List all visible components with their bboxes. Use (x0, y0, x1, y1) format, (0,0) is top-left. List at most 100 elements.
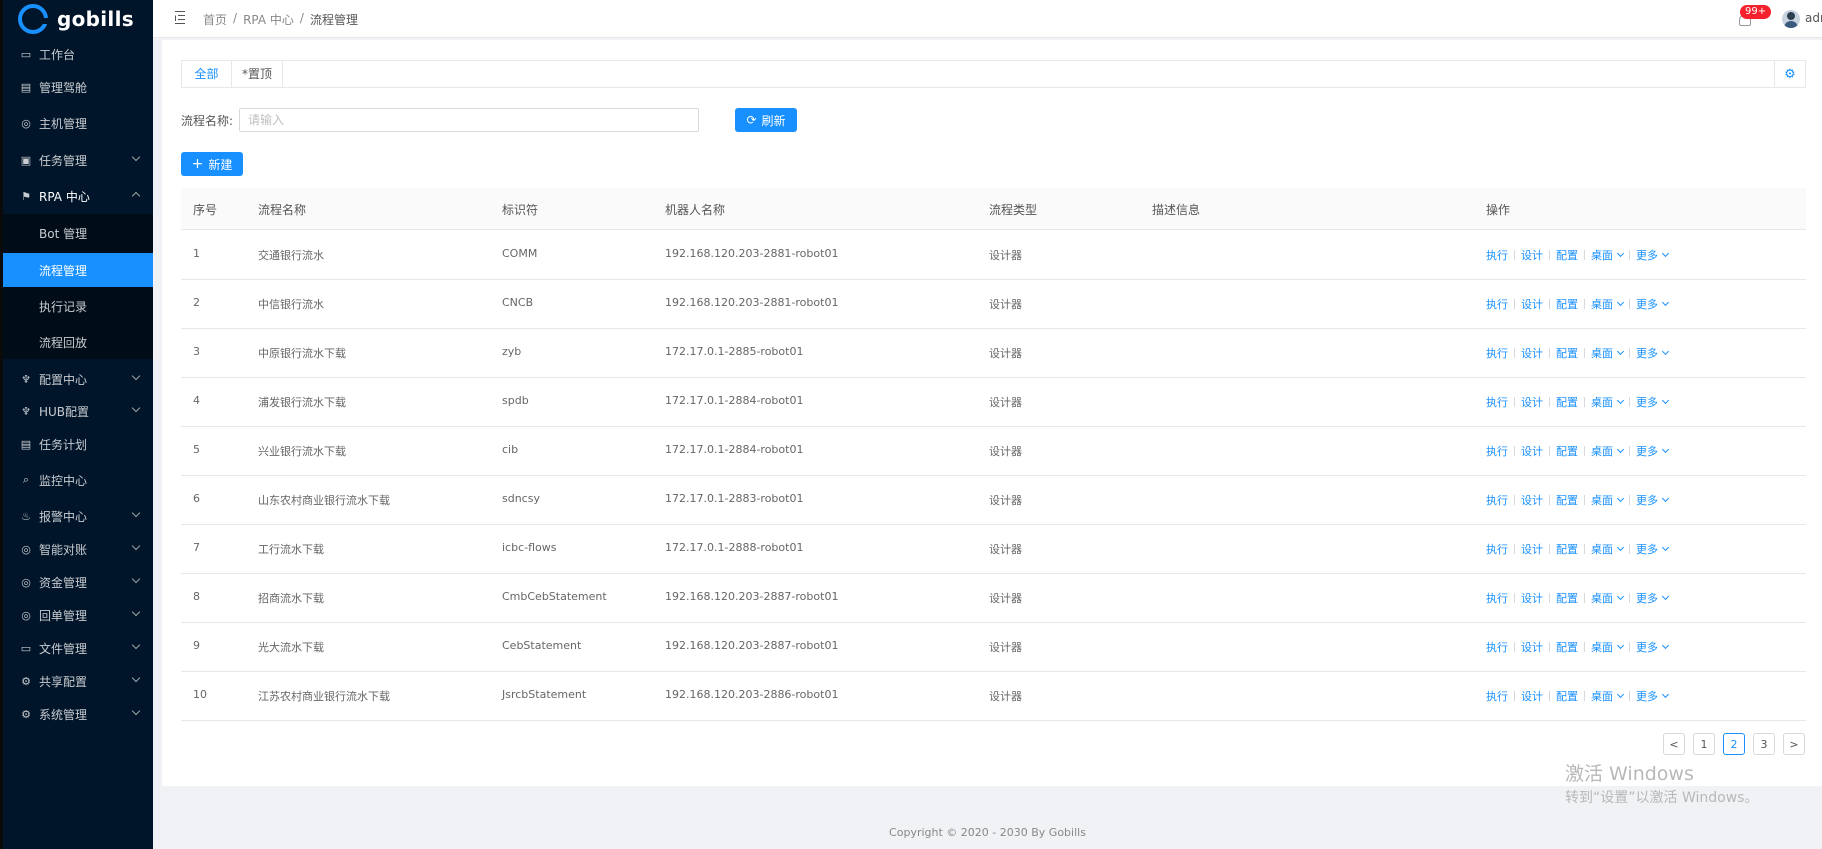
config-link[interactable]: 配置 (1556, 247, 1578, 263)
desktop-dropdown[interactable]: 桌面 (1591, 247, 1625, 263)
more-dropdown[interactable]: 更多 (1636, 590, 1670, 606)
run-link[interactable]: 执行 (1486, 394, 1508, 410)
more-dropdown[interactable]: 更多 (1636, 247, 1670, 263)
config-link[interactable]: 配置 (1556, 688, 1578, 704)
desktop-dropdown[interactable]: 桌面 (1591, 688, 1625, 704)
pagination-page[interactable]: 1 (1693, 733, 1715, 755)
more-dropdown[interactable]: 更多 (1636, 345, 1670, 361)
config-link[interactable]: 配置 (1556, 443, 1578, 459)
desktop-dropdown[interactable]: 桌面 (1591, 590, 1625, 606)
design-link[interactable]: 设计 (1521, 492, 1543, 508)
sidebar-item[interactable]: ◎ 资金管理 (3, 565, 153, 599)
run-link[interactable]: 执行 (1486, 639, 1508, 655)
more-dropdown[interactable]: 更多 (1636, 492, 1670, 508)
design-link[interactable]: 设计 (1521, 296, 1543, 312)
desktop-dropdown[interactable]: 桌面 (1591, 394, 1625, 410)
sidebar-item[interactable]: ⚙ 系统管理 (3, 697, 153, 731)
more-dropdown[interactable]: 更多 (1636, 443, 1670, 459)
sidebar-item[interactable]: ▤ 任务计划 (3, 427, 153, 461)
desktop-dropdown[interactable]: 桌面 (1591, 443, 1625, 459)
pagination-page[interactable]: 3 (1753, 733, 1775, 755)
chevron-down-icon (131, 574, 141, 584)
design-link[interactable]: 设计 (1521, 639, 1543, 655)
alarm-icon: ♨ (21, 509, 31, 523)
sidebar-item[interactable]: ▣ 任务管理 (3, 143, 153, 177)
desktop-dropdown[interactable]: 桌面 (1591, 345, 1625, 361)
design-link[interactable]: 设计 (1521, 394, 1543, 410)
pagination-prev[interactable]: < (1663, 733, 1685, 755)
run-link[interactable]: 执行 (1486, 296, 1508, 312)
refresh-button[interactable]: ⟳ 刷新 (735, 108, 797, 132)
design-link[interactable]: 设计 (1521, 541, 1543, 557)
tab-all[interactable]: 全部 (182, 61, 232, 87)
config-link[interactable]: 配置 (1556, 590, 1578, 606)
more-dropdown[interactable]: 更多 (1636, 541, 1670, 557)
breadcrumb-separator: / (299, 11, 304, 25)
desktop-dropdown[interactable]: 桌面 (1591, 492, 1625, 508)
run-link[interactable]: 执行 (1486, 541, 1508, 557)
breadcrumb-current: 流程管理 (309, 13, 358, 27)
more-dropdown-label: 更多 (1636, 249, 1658, 262)
sidebar-item[interactable]: 执行记录 (3, 289, 153, 323)
run-link[interactable]: 执行 (1486, 492, 1508, 508)
chevron-down-icon (1616, 592, 1625, 601)
logo[interactable]: gobills (18, 2, 134, 36)
action-divider (1549, 691, 1550, 701)
sidebar-item[interactable]: ◎ 主机管理 (3, 106, 153, 140)
desktop-dropdown[interactable]: 桌面 (1591, 639, 1625, 655)
run-link[interactable]: 执行 (1486, 590, 1508, 606)
sidebar-item[interactable]: ⚑ RPA 中心 (3, 179, 153, 213)
sidebar-item[interactable]: ⌕ 监控中心 (3, 463, 153, 497)
chevron-down-icon (131, 640, 141, 650)
sidebar-item[interactable]: ♨ 报警中心 (3, 499, 153, 533)
config-link[interactable]: 配置 (1556, 541, 1578, 557)
breadcrumb-home[interactable]: 首页 (203, 11, 227, 28)
sidebar-item[interactable]: ♆ 配置中心 (3, 362, 153, 396)
sidebar-item[interactable]: ♆ HUB配置 (3, 394, 153, 428)
cell-identifier: CebStatement (502, 639, 582, 652)
design-link[interactable]: 设计 (1521, 590, 1543, 606)
menu-fold-icon[interactable] (171, 11, 185, 24)
pagination-page-current[interactable]: 2 (1723, 733, 1745, 755)
sidebar-item[interactable]: 流程回放 (3, 325, 153, 359)
new-button[interactable]: + 新建 (181, 152, 243, 176)
sidebar-item[interactable]: ⚙ 共享配置 (3, 664, 153, 698)
design-link[interactable]: 设计 (1521, 688, 1543, 704)
config-link[interactable]: 配置 (1556, 394, 1578, 410)
config-link[interactable]: 配置 (1556, 345, 1578, 361)
tabs-settings-icon[interactable]: ⚙ (1774, 61, 1805, 87)
chevron-down-icon (131, 706, 141, 716)
design-link[interactable]: 设计 (1521, 345, 1543, 361)
sidebar-item[interactable]: ▭ 文件管理 (3, 631, 153, 665)
more-dropdown[interactable]: 更多 (1636, 688, 1670, 704)
sidebar-item[interactable]: ◎ 智能对账 (3, 532, 153, 566)
sidebar-item[interactable]: 流程管理 (3, 253, 153, 287)
run-link[interactable]: 执行 (1486, 247, 1508, 263)
design-link[interactable]: 设计 (1521, 247, 1543, 263)
more-dropdown[interactable]: 更多 (1636, 639, 1670, 655)
pagination-next[interactable]: > (1783, 733, 1805, 755)
desktop-dropdown[interactable]: 桌面 (1591, 296, 1625, 312)
tab-pinned[interactable]: *置顶 (232, 61, 283, 87)
config-link[interactable]: 配置 (1556, 296, 1578, 312)
sidebar-item[interactable]: ▤ 管理驾舱 (3, 70, 153, 104)
sidebar-item[interactable]: Bot 管理 (3, 216, 153, 250)
run-link[interactable]: 执行 (1486, 688, 1508, 704)
config-link[interactable]: 配置 (1556, 639, 1578, 655)
more-dropdown[interactable]: 更多 (1636, 394, 1670, 410)
design-link[interactable]: 设计 (1521, 443, 1543, 459)
config-link[interactable]: 配置 (1556, 492, 1578, 508)
process-name-input[interactable] (239, 108, 699, 132)
more-dropdown[interactable]: 更多 (1636, 296, 1670, 312)
run-link[interactable]: 执行 (1486, 443, 1508, 459)
avatar[interactable] (1782, 10, 1800, 28)
run-link[interactable]: 执行 (1486, 345, 1508, 361)
action-divider (1514, 446, 1515, 456)
user-name[interactable]: adm (1805, 11, 1822, 25)
sidebar-item[interactable]: ▭ 工作台 (3, 37, 153, 71)
desktop-dropdown[interactable]: 桌面 (1591, 541, 1625, 557)
cell-type: 设计器 (989, 543, 1022, 556)
col-robot: 机器人名称 (665, 203, 726, 217)
sidebar-item[interactable]: ◎ 回单管理 (3, 598, 153, 632)
breadcrumb-rpa[interactable]: RPA 中心 (243, 11, 294, 28)
